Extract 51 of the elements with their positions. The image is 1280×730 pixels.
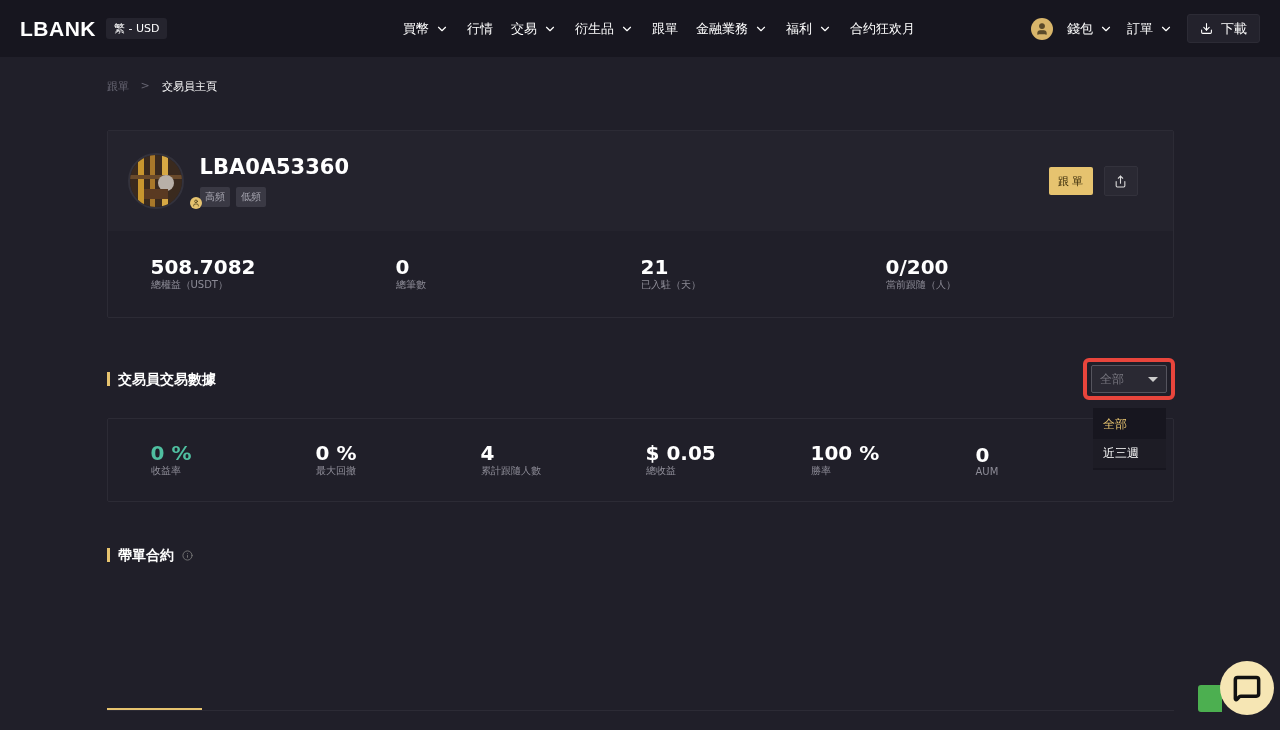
stat-label: 已入駐（天）: [640, 278, 701, 292]
stat-value: 0 %: [150, 442, 192, 464]
avatar-icon[interactable]: [1031, 17, 1053, 40]
verified-badge-icon: [189, 197, 202, 209]
nav-item[interactable]: 交易: [511, 19, 558, 38]
nav-item[interactable]: 衍生品: [575, 19, 635, 38]
locale-button[interactable]: 繁 - USD: [106, 18, 168, 39]
dropdown-option[interactable]: 全部: [1092, 410, 1166, 439]
stat-value: 4: [480, 442, 495, 464]
breadcrumb-separator: >: [140, 79, 150, 94]
stat-label: 總權益（USDT）: [150, 278, 228, 292]
stat-value: 508.7082: [150, 256, 256, 278]
stat-value: 0/200: [885, 256, 949, 278]
download-button[interactable]: 下載: [1187, 14, 1260, 43]
section-title: 帶單合約: [106, 548, 174, 562]
nav-item[interactable]: 買幣: [403, 19, 450, 38]
stat-label: 最大回撤: [315, 464, 356, 478]
stat-value: $ 0.05: [645, 442, 716, 464]
stat-value: 21: [640, 256, 669, 278]
share-icon: [1114, 174, 1127, 188]
stat-label: 收益率: [150, 464, 181, 478]
stat-value: 0 %: [315, 442, 357, 464]
chat-button[interactable]: [1220, 661, 1274, 715]
follow-button[interactable]: 跟 單: [1049, 167, 1093, 195]
stat-label: 累計跟隨人數: [480, 464, 541, 478]
nav-item[interactable]: 跟單: [652, 19, 679, 38]
nav-item[interactable]: 合约狂欢月: [850, 19, 916, 38]
info-icon[interactable]: [181, 549, 193, 561]
nav-item[interactable]: 行情: [467, 19, 494, 38]
nav-item[interactable]: 福利: [786, 19, 833, 38]
chat-icon: [1233, 674, 1261, 702]
dropdown-option[interactable]: 近三週: [1092, 439, 1166, 468]
tag: 低頻: [235, 187, 266, 207]
logo[interactable]: LBANK: [20, 16, 96, 41]
trader-name: LBA0A53360: [199, 155, 350, 179]
stat-label: 總收益: [645, 464, 676, 478]
nav-item[interactable]: 訂單: [1127, 19, 1173, 38]
nav-item[interactable]: 錢包: [1067, 19, 1113, 38]
download-icon: [1200, 22, 1213, 35]
tag: 高頻: [199, 187, 230, 207]
share-button[interactable]: [1103, 166, 1138, 196]
stat-label: 勝率: [810, 464, 831, 478]
stat-value: 0: [975, 443, 990, 466]
stat-label: 總筆數: [395, 278, 426, 292]
stat-label: 當前跟隨（人）: [885, 278, 956, 292]
stat-label: AUM: [975, 465, 999, 477]
breadcrumb-item: 交易員主頁: [161, 79, 217, 94]
stat-value: 100 %: [810, 442, 880, 464]
nav-item[interactable]: 金融業務: [696, 19, 769, 38]
section-title: 交易員交易數據: [106, 372, 216, 386]
stat-value: 0: [395, 256, 410, 278]
